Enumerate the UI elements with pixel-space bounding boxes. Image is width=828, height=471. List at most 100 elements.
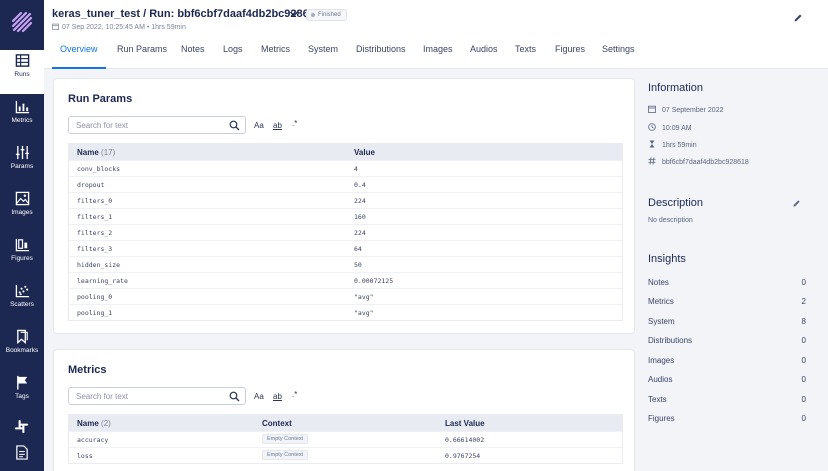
info-duration-text: 1hrs 59min: [662, 142, 697, 149]
metric-name: accuracy: [77, 436, 109, 444]
docs-icon[interactable]: [15, 445, 29, 460]
param-value: "avg": [354, 309, 374, 317]
tab-system[interactable]: System: [308, 44, 338, 69]
insight-count: 0: [801, 414, 806, 423]
param-value: "avg": [354, 293, 374, 301]
insight-row-notes[interactable]: Notes 0: [648, 278, 806, 287]
sidebar-item-params[interactable]: Params: [0, 142, 44, 186]
param-value: 50: [354, 261, 362, 269]
param-name: pooling_0: [77, 293, 113, 301]
tab-distributions[interactable]: Distributions: [356, 44, 406, 69]
sidebar-item-bookmarks[interactable]: Bookmarks: [0, 326, 44, 370]
tab-overview[interactable]: Overview: [52, 44, 106, 69]
insight-row-metrics[interactable]: Metrics 2: [648, 297, 806, 306]
table-row[interactable]: loss Empty Context 0.9767254: [69, 447, 622, 463]
tab-audios[interactable]: Audios: [470, 44, 498, 69]
status-dot-icon: [311, 13, 315, 17]
table-row[interactable]: accuracy Empty Context 0.66614002: [69, 431, 622, 447]
sidebar-item-scatters[interactable]: Scatters: [0, 280, 44, 324]
sidebar-label-runs: Runs: [14, 71, 30, 78]
pencil-icon[interactable]: [792, 199, 801, 208]
col-value-header: Value: [354, 148, 375, 157]
table-row[interactable]: filters_2 224: [69, 224, 622, 240]
info-date-text: 07 September 2022: [662, 107, 724, 114]
tab-texts[interactable]: Texts: [515, 44, 536, 69]
slack-icon[interactable]: [14, 419, 29, 434]
table-row[interactable]: conv_blocks 4: [69, 160, 622, 176]
table-row[interactable]: pooling_1 "avg": [69, 304, 622, 320]
tab-settings[interactable]: Settings: [602, 44, 635, 69]
sidebar-item-runs[interactable]: Runs: [0, 50, 44, 94]
metrics-search-input[interactable]: Search for text: [68, 387, 246, 405]
sidebar-label-images: Images: [11, 209, 33, 216]
page-title: keras_tuner_test / Run: bbf6cbf7daaf4db2…: [52, 8, 321, 20]
param-value: 0.00072125: [354, 277, 394, 285]
table-row[interactable]: hidden_size 50: [69, 256, 622, 272]
sidebar-item-metrics[interactable]: Metrics: [0, 96, 44, 140]
insight-row-texts[interactable]: Texts 0: [648, 395, 806, 404]
metric-value: 0.66614002: [445, 436, 485, 444]
run-params-search-input[interactable]: Search for text: [68, 116, 246, 134]
param-count: (17): [101, 148, 116, 157]
description-text: No description: [648, 217, 693, 224]
flag-icon: [16, 375, 27, 390]
regex-button[interactable]: .*: [292, 119, 297, 128]
aim-logo-icon[interactable]: [11, 11, 33, 33]
metrics-table: Name (2) Context Last Value accuracy Empt…: [68, 414, 623, 464]
search-placeholder: Search for text: [76, 392, 129, 401]
sidebar-label-tags: Tags: [15, 393, 29, 400]
param-value: 224: [354, 197, 366, 205]
hourglass-icon: [649, 140, 655, 148]
param-name: dropout: [77, 181, 105, 189]
match-case-button[interactable]: Aa: [254, 121, 264, 130]
insight-row-distributions[interactable]: Distributions 0: [648, 336, 806, 345]
insight-label: System: [648, 317, 675, 326]
info-time-text: 10:09 AM: [662, 125, 692, 132]
tab-images[interactable]: Images: [423, 44, 453, 69]
tab-figures[interactable]: Figures: [555, 44, 585, 69]
param-name: filters_1: [77, 213, 113, 221]
run-params-card: Run Params Search for text Aa ab .* Name…: [53, 78, 635, 334]
table-row[interactable]: filters_0 224: [69, 192, 622, 208]
table-icon: [15, 54, 29, 67]
regex-button[interactable]: .*: [292, 390, 297, 399]
metric-value: 0.9767254: [445, 452, 481, 460]
sidebar-item-images[interactable]: Images: [0, 188, 44, 232]
table-row[interactable]: pooling_0 "avg": [69, 288, 622, 304]
info-duration: 1hrs 59min: [648, 140, 697, 149]
search-icon: [229, 120, 240, 131]
tab-run-params[interactable]: Run Params: [117, 44, 167, 69]
tab-metrics[interactable]: Metrics: [261, 44, 290, 69]
param-name: hidden_size: [77, 261, 121, 269]
table-row[interactable]: filters_3 64: [69, 240, 622, 256]
pencil-icon[interactable]: [793, 13, 803, 23]
tab-notes[interactable]: Notes: [181, 44, 205, 69]
insights-title: Insights: [648, 253, 686, 265]
run-header: keras_tuner_test / Run: bbf6cbf7daaf4db2…: [44, 0, 828, 69]
param-value: 64: [354, 245, 362, 253]
insight-count: 2: [801, 297, 806, 306]
image-icon: [15, 191, 29, 206]
chevron-down-icon[interactable]: [289, 9, 299, 19]
insight-row-system[interactable]: System 8: [648, 317, 806, 326]
metrics-card: Metrics Search for text Aa ab .* Name (2…: [53, 349, 635, 471]
sidebar-label-metrics: Metrics: [11, 117, 33, 124]
match-word-button[interactable]: ab: [273, 392, 282, 401]
match-case-button[interactable]: Aa: [254, 392, 264, 401]
insight-count: 8: [801, 317, 806, 326]
insight-label: Texts: [648, 395, 667, 404]
insight-row-images[interactable]: Images 0: [648, 356, 806, 365]
match-word-button[interactable]: ab: [273, 121, 282, 130]
table-row[interactable]: dropout 0.4: [69, 176, 622, 192]
run-meta: 07 Sep 2022, 10:25:45 AM • 1hrs 59min: [52, 23, 186, 31]
sidebar-item-figures[interactable]: Figures: [0, 234, 44, 278]
run-meta-text: 07 Sep 2022, 10:25:45 AM • 1hrs 59min: [62, 24, 186, 31]
insight-row-figures[interactable]: Figures 0: [648, 414, 806, 423]
calendar-icon: [648, 105, 656, 113]
sidebar-item-tags[interactable]: Tags: [0, 372, 44, 416]
insight-row-audios[interactable]: Audios 0: [648, 375, 806, 384]
table-row[interactable]: learning_rate 0.00072125: [69, 272, 622, 288]
tab-logs[interactable]: Logs: [223, 44, 243, 69]
table-row[interactable]: filters_1 160: [69, 208, 622, 224]
insight-label: Images: [648, 356, 675, 365]
